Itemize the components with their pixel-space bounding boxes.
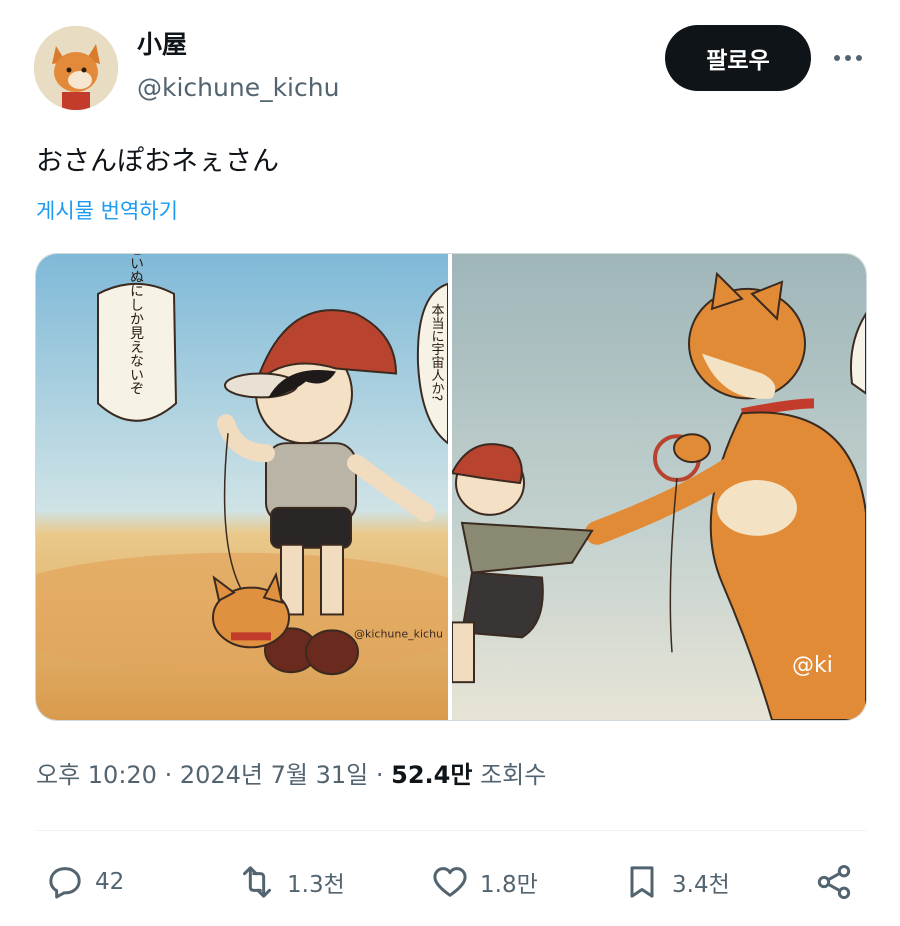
tweet-date[interactable]: 2024년 7월 31일 bbox=[180, 761, 368, 789]
tweet-text: おさんぽおネぇさん bbox=[36, 146, 279, 177]
bookmark-count: 3.4천 bbox=[672, 872, 730, 898]
more-horizontal-icon[interactable] bbox=[828, 44, 868, 72]
repost-icon bbox=[243, 866, 271, 898]
meta-separator-1: · bbox=[156, 761, 180, 789]
share-button[interactable] bbox=[814, 852, 854, 912]
repost-count: 1.3천 bbox=[287, 872, 345, 898]
share-icon bbox=[817, 865, 851, 899]
follow-button[interactable]: 팔로우 bbox=[665, 25, 811, 91]
meta-separator-2: · bbox=[368, 761, 392, 789]
author-display-name[interactable]: 小屋 bbox=[137, 28, 187, 62]
like-button[interactable]: 1.8만 bbox=[430, 852, 538, 912]
follow-button-label: 팔로우 bbox=[706, 48, 770, 74]
partial-speech-bubble-text: 本当に宇宙人か? bbox=[428, 304, 444, 401]
views-count: 52.4만 bbox=[391, 761, 473, 789]
tweet-time[interactable]: 오후 10:20 bbox=[36, 761, 157, 789]
bookmark-button[interactable]: 3.4천 bbox=[622, 852, 730, 912]
like-count: 1.8만 bbox=[480, 872, 538, 898]
repost-button[interactable]: 1.3천 bbox=[237, 852, 345, 912]
views-label: 조회수 bbox=[480, 761, 547, 789]
bookmark-icon bbox=[630, 866, 654, 898]
right-signature: @ki bbox=[792, 653, 833, 678]
divider bbox=[35, 830, 867, 831]
media-image-left[interactable]: こいぬにしか見えないぞ 本当に宇宙人か? @kichune_kichu bbox=[36, 254, 448, 720]
reply-button[interactable]: 42 bbox=[45, 852, 124, 912]
tweet-media: こいぬにしか見えないぞ 本当に宇宙人か? @kichune_kichu @ki bbox=[35, 253, 867, 721]
fox-avatar-icon bbox=[34, 26, 118, 110]
media-image-right[interactable]: @ki bbox=[452, 254, 866, 720]
author-handle[interactable]: @kichune_kichu bbox=[137, 71, 339, 105]
left-speech-bubble-text: こいぬにしか見えないぞ bbox=[128, 254, 144, 396]
tweet-meta: 오후 10:20 · 2024년 7월 31일 · 52.4만 조회수 bbox=[36, 757, 546, 793]
translate-post-link[interactable]: 게시물 번역하기 bbox=[36, 196, 178, 226]
action-bar: 42 1.3천 1.8만 3.4천 bbox=[0, 852, 900, 912]
reply-count: 42 bbox=[95, 869, 125, 895]
reply-icon bbox=[49, 867, 81, 899]
author-avatar[interactable] bbox=[34, 26, 118, 110]
left-signature: @kichune_kichu bbox=[354, 627, 443, 640]
heart-icon bbox=[433, 867, 467, 897]
